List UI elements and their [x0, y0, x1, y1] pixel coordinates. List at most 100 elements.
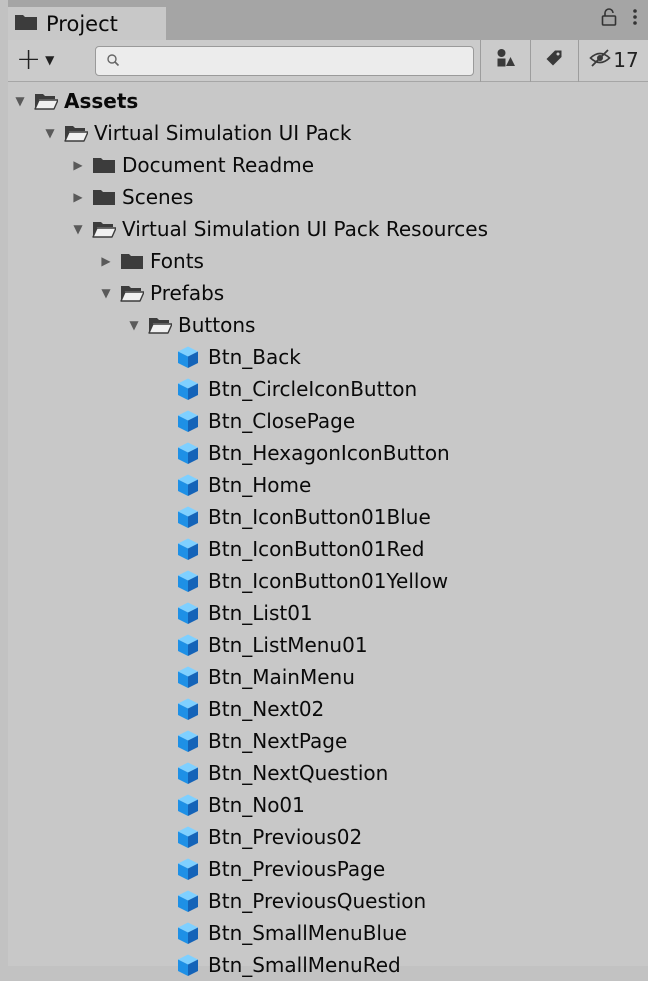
folder-open-icon — [148, 316, 172, 334]
tree-row-document-readme[interactable]: ▶ Document Readme — [8, 149, 648, 181]
expand-arrow-icon[interactable]: ▼ — [126, 318, 142, 332]
prefab-label: Btn_Back — [208, 345, 301, 369]
search-box[interactable] — [95, 46, 474, 76]
prefab-cube-icon — [176, 793, 200, 817]
prefab-cube-icon — [176, 441, 200, 465]
tree-label: Scenes — [122, 185, 194, 209]
prefab-label: Btn_NextPage — [208, 729, 348, 753]
prefab-label: Btn_PreviousQuestion — [208, 889, 427, 913]
create-button[interactable]: + ▼ — [16, 42, 54, 77]
prefab-row[interactable]: Btn_ListMenu01 — [8, 629, 648, 661]
prefab-label: Btn_HexagonIconButton — [208, 441, 450, 465]
tree-label: Virtual Simulation UI Pack Resources — [122, 217, 488, 241]
search-input[interactable] — [128, 49, 462, 75]
prefab-cube-icon — [176, 377, 200, 401]
prefab-label: Btn_Next02 — [208, 697, 325, 721]
tree-row-prefabs[interactable]: ▼ Prefabs — [8, 277, 648, 309]
prefab-cube-icon — [176, 889, 200, 913]
tree-row-assets[interactable]: ▼ Assets — [8, 85, 648, 117]
prefab-cube-icon — [176, 761, 200, 785]
tree-row-fonts[interactable]: ▶ Fonts — [8, 245, 648, 277]
prefab-cube-icon — [176, 857, 200, 881]
toggle-hidden-packages-button[interactable]: 17 — [584, 44, 644, 76]
prefab-label: Btn_Previous02 — [208, 825, 363, 849]
toolbar-divider — [578, 40, 579, 82]
collapse-arrow-icon[interactable]: ▶ — [70, 190, 86, 204]
expand-arrow-icon[interactable]: ▼ — [12, 94, 28, 108]
prefab-label: Btn_ClosePage — [208, 409, 356, 433]
prefab-label: Btn_Home — [208, 473, 312, 497]
tree-label: Document Readme — [122, 153, 315, 177]
prefab-label: Btn_IconButton01Yellow — [208, 569, 449, 593]
prefab-row[interactable]: Btn_MainMenu — [8, 661, 648, 693]
folder-open-icon — [92, 220, 116, 238]
prefab-row[interactable]: Btn_HexagonIconButton — [8, 437, 648, 469]
prefab-row[interactable]: Btn_Next02 — [8, 693, 648, 725]
folder-icon — [14, 12, 38, 36]
project-window: Project + ▼ 17 ▼ Assets ▼ Virtual Simula… — [8, 0, 648, 977]
prefab-label: Btn_CircleIconButton — [208, 377, 418, 401]
prefab-cube-icon — [176, 697, 200, 721]
prefab-cube-icon — [176, 921, 200, 945]
prefab-row[interactable]: Btn_List01 — [8, 597, 648, 629]
tree-row-vsui-pack[interactable]: ▼ Virtual Simulation UI Pack — [8, 117, 648, 149]
tree-label: Fonts — [150, 249, 204, 273]
prefab-cube-icon — [176, 601, 200, 625]
prefab-label: Btn_SmallMenuRed — [208, 953, 401, 977]
asset-tree: ▼ Assets ▼ Virtual Simulation UI Pack ▶ … — [8, 85, 648, 981]
prefab-row[interactable]: Btn_PreviousPage — [8, 853, 648, 885]
more-options-icon[interactable] — [632, 7, 638, 32]
folder-icon — [92, 156, 116, 174]
tree-row-scenes[interactable]: ▶ Scenes — [8, 181, 648, 213]
tab-actions — [600, 7, 638, 32]
filter-by-label-button[interactable] — [536, 44, 572, 76]
folder-icon — [120, 252, 144, 270]
folder-open-icon — [64, 124, 88, 142]
prefab-label: Btn_SmallMenuBlue — [208, 921, 407, 945]
prefab-label: Btn_PreviousPage — [208, 857, 386, 881]
prefab-row[interactable]: Btn_SmallMenuBlue — [8, 917, 648, 949]
lock-icon[interactable] — [600, 7, 618, 32]
tree-row-buttons[interactable]: ▼ Buttons — [8, 309, 648, 341]
prefab-row[interactable]: Btn_Previous02 — [8, 821, 648, 853]
prefab-row[interactable]: Btn_ClosePage — [8, 405, 648, 437]
expand-arrow-icon[interactable]: ▼ — [42, 126, 58, 140]
prefab-cube-icon — [176, 729, 200, 753]
hidden-count: 17 — [613, 48, 639, 72]
expand-arrow-icon[interactable]: ▼ — [70, 222, 86, 236]
prefab-label: Btn_NextQuestion — [208, 761, 389, 785]
label-tag-icon — [545, 49, 563, 71]
folder-open-icon — [120, 284, 144, 302]
tab-strip: Project — [8, 0, 648, 40]
prefab-cube-icon — [176, 633, 200, 657]
folder-open-icon — [34, 92, 58, 110]
search-icon — [106, 52, 120, 74]
collapse-arrow-icon[interactable]: ▶ — [98, 254, 114, 268]
prefab-row[interactable]: Btn_IconButton01Red — [8, 533, 648, 565]
prefab-row[interactable]: Btn_NextPage — [8, 725, 648, 757]
prefab-cube-icon — [176, 505, 200, 529]
prefab-row[interactable]: Btn_IconButton01Yellow — [8, 565, 648, 597]
prefab-row[interactable]: Btn_Home — [8, 469, 648, 501]
tab-project[interactable]: Project — [8, 7, 166, 40]
prefab-cube-icon — [176, 473, 200, 497]
plus-icon: + — [16, 42, 42, 77]
tree-label: Buttons — [178, 313, 256, 337]
prefab-row[interactable]: Btn_Back — [8, 341, 648, 373]
prefab-row[interactable]: Btn_No01 — [8, 789, 648, 821]
prefab-row[interactable]: Btn_PreviousQuestion — [8, 885, 648, 917]
expand-arrow-icon[interactable]: ▼ — [98, 286, 114, 300]
prefab-cube-icon — [176, 569, 200, 593]
collapse-arrow-icon[interactable]: ▶ — [70, 158, 86, 172]
prefab-row[interactable]: Btn_CircleIconButton — [8, 373, 648, 405]
filter-by-type-button[interactable] — [488, 44, 524, 76]
toolbar-divider — [530, 40, 531, 82]
tree-row-vsui-resources[interactable]: ▼ Virtual Simulation UI Pack Resources — [8, 213, 648, 245]
tree-label: Assets — [64, 89, 139, 113]
prefab-row[interactable]: Btn_IconButton01Blue — [8, 501, 648, 533]
prefab-label: Btn_MainMenu — [208, 665, 355, 689]
prefab-label: Btn_List01 — [208, 601, 313, 625]
prefab-cube-icon — [176, 409, 200, 433]
prefab-row[interactable]: Btn_NextQuestion — [8, 757, 648, 789]
prefab-row[interactable]: Btn_SmallMenuRed — [8, 949, 648, 981]
